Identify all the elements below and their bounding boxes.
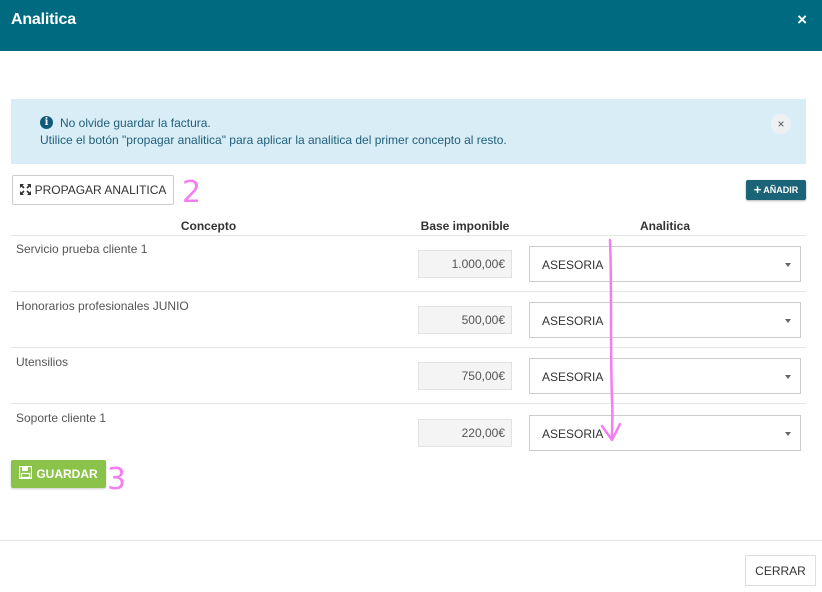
- analitica-select-value: ASESORIA: [542, 258, 604, 272]
- row-concepto: Servicio prueba cliente 1: [16, 242, 148, 256]
- propagar-analitica-button[interactable]: PROPAGAR ANALITICA: [12, 175, 174, 205]
- annotation-number-2: 2: [182, 175, 201, 210]
- header-concepto: Concepto: [180, 219, 237, 233]
- guardar-label: GUARDAR: [36, 467, 98, 481]
- annotation-number-3: 3: [107, 462, 126, 497]
- analitica-select-value: ASESORIA: [542, 427, 604, 441]
- row-concepto: Utensilios: [16, 355, 69, 369]
- modal-header: Analitica ×: [0, 0, 822, 51]
- analitica-select-value: ASESORIA: [542, 314, 604, 328]
- row-concepto: Honorarios profesionales JUNIO: [16, 299, 189, 313]
- close-icon[interactable]: ×: [797, 11, 807, 29]
- alert-line-2: Utilice el botón "propagar analitica" pa…: [40, 133, 507, 147]
- caret-down-icon: [785, 375, 791, 379]
- analitica-select[interactable]: ASESORIA: [529, 358, 801, 394]
- row-divider: [11, 347, 806, 348]
- header-analitica: Analitica: [639, 219, 690, 233]
- info-icon: i: [40, 116, 53, 129]
- plus-icon: +: [753, 182, 762, 197]
- row-base-imponible: 500,00€: [418, 306, 512, 334]
- propagar-analitica-label: PROPAGAR ANALITICA: [34, 183, 167, 197]
- header-base-imponible: Base imponible: [420, 219, 510, 233]
- row-divider: [11, 403, 806, 404]
- expand-arrows-icon: [19, 183, 31, 197]
- caret-down-icon: [785, 263, 791, 267]
- floppy-disk-icon: [19, 465, 33, 482]
- cerrar-button[interactable]: CERRAR: [745, 555, 816, 586]
- modal-title: Analitica: [11, 11, 76, 28]
- row-divider: [11, 235, 806, 236]
- row-concepto: Soporte cliente 1: [16, 411, 107, 425]
- analitica-select[interactable]: ASESORIA: [529, 415, 801, 451]
- row-base-imponible: 750,00€: [418, 362, 512, 390]
- annotation-overlay: 2 3: [107, 175, 622, 497]
- row-base-imponible: 1.000,00€: [418, 250, 512, 278]
- guardar-button[interactable]: GUARDAR: [11, 460, 106, 488]
- row-divider: [11, 291, 806, 292]
- alert-line-1: No olvide guardar la factura.: [60, 116, 211, 130]
- analitica-select-value: ASESORIA: [542, 370, 604, 384]
- analitica-select[interactable]: ASESORIA: [529, 246, 801, 282]
- alert-close-button[interactable]: ×: [771, 114, 791, 134]
- row-base-imponible: 220,00€: [418, 419, 512, 447]
- caret-down-icon: [785, 432, 791, 436]
- analitica-select[interactable]: ASESORIA: [529, 302, 801, 338]
- add-label: AÑADIR: [763, 185, 799, 195]
- footer-divider: [0, 540, 822, 541]
- info-alert: i No olvide guardar la factura. Utilice …: [11, 99, 806, 164]
- caret-down-icon: [785, 319, 791, 323]
- add-button[interactable]: + AÑADIR: [746, 180, 806, 200]
